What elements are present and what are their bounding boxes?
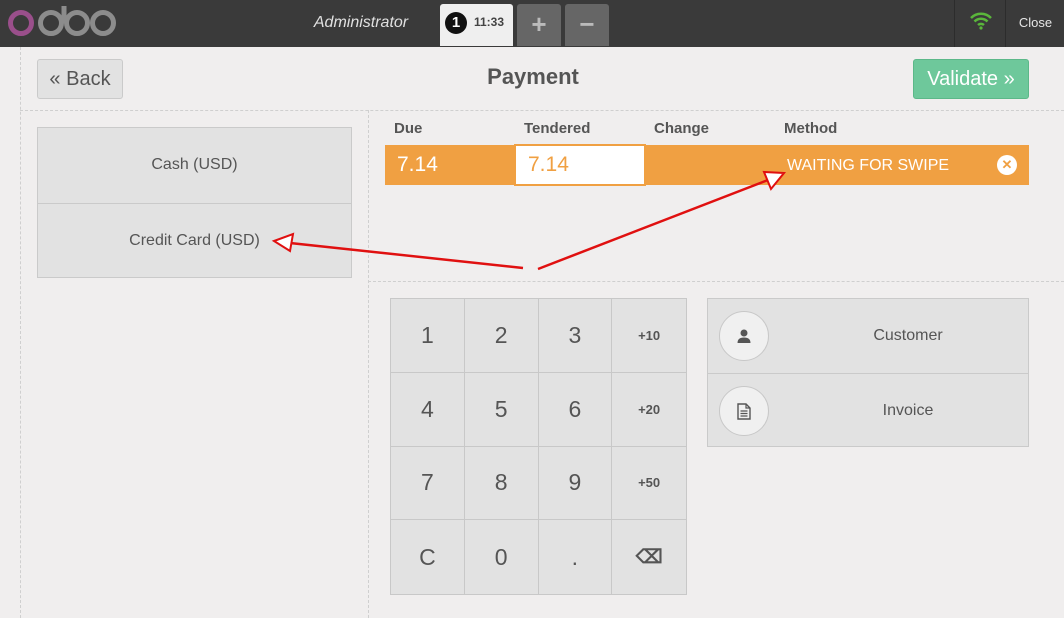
invoice-button[interactable]: Invoice: [708, 373, 1028, 447]
payment-method-credit-card[interactable]: Credit Card (USD): [38, 203, 351, 278]
divider: [368, 281, 1064, 282]
order-tab-1[interactable]: 1 11:33: [440, 4, 513, 46]
numpad-key-9[interactable]: 9: [538, 446, 613, 521]
numpad-key-plus-10[interactable]: +10: [612, 299, 686, 373]
numpad-key-2[interactable]: 2: [464, 299, 539, 373]
page-title: Payment: [487, 64, 579, 89]
proxy-status[interactable]: [954, 0, 1006, 47]
pos-topbar: odoo Administrator 1 11:33 + − Close: [0, 0, 1064, 47]
order-time: 11:33: [474, 15, 505, 29]
remove-order-button[interactable]: −: [565, 4, 609, 46]
order-number-badge: 1: [445, 12, 467, 34]
header-change: Change: [654, 120, 710, 137]
customer-label: Customer: [873, 327, 943, 344]
paymentline-row[interactable]: 7.14 7.14 WAITING FOR SWIPE ✕: [385, 144, 1029, 186]
username-label: Administrator: [313, 14, 409, 31]
wifi-icon: [970, 12, 992, 30]
backspace-icon[interactable]: ⌫: [612, 520, 686, 594]
numpad-key-clear[interactable]: C: [391, 520, 465, 594]
numpad-key-plus-20[interactable]: +20: [612, 373, 686, 447]
numpad-key-0[interactable]: 0: [465, 520, 539, 594]
client-actions: Customer Invoice: [707, 298, 1029, 447]
numpad-key-3[interactable]: 3: [538, 299, 613, 373]
numpad-key-5[interactable]: 5: [464, 372, 539, 447]
numpad-key-decimal[interactable]: .: [539, 520, 613, 594]
divider: [368, 110, 369, 618]
user-icon: [719, 311, 769, 361]
back-button[interactable]: « Back: [37, 59, 123, 99]
paymentline-method-status: WAITING FOR SWIPE: [787, 157, 950, 174]
numpad-key-1[interactable]: 1: [391, 299, 465, 373]
document-icon: [719, 386, 769, 436]
header-method: Method: [784, 120, 838, 137]
numpad-key-8[interactable]: 8: [464, 446, 539, 521]
invoice-label: Invoice: [882, 402, 934, 419]
header-tendered: Tendered: [524, 120, 591, 137]
add-order-button[interactable]: +: [517, 4, 561, 46]
numpad-key-4[interactable]: 4: [391, 372, 465, 447]
divider: [20, 110, 1064, 111]
numpad: 1 2 3 +10 4 5 6 +20 7 8 9 +50 C 0 . ⌫: [390, 298, 687, 595]
header-due: Due: [394, 120, 423, 137]
numpad-key-7[interactable]: 7: [391, 446, 465, 521]
paymentline-due: 7.14: [397, 153, 438, 176]
paymentline-tendered-input[interactable]: 7.14: [514, 144, 646, 186]
validate-button[interactable]: Validate »: [913, 59, 1029, 99]
numpad-key-6[interactable]: 6: [538, 372, 613, 447]
payment-method-cash[interactable]: Cash (USD): [38, 128, 351, 203]
customer-button[interactable]: Customer: [708, 299, 1028, 373]
odoo-logo: odoo: [8, 6, 116, 36]
numpad-key-plus-50[interactable]: +50: [612, 447, 686, 521]
close-button[interactable]: Close: [1007, 15, 1064, 30]
payment-methods-list: Cash (USD) Credit Card (USD): [37, 127, 352, 278]
remove-paymentline-icon[interactable]: ✕: [997, 155, 1017, 175]
